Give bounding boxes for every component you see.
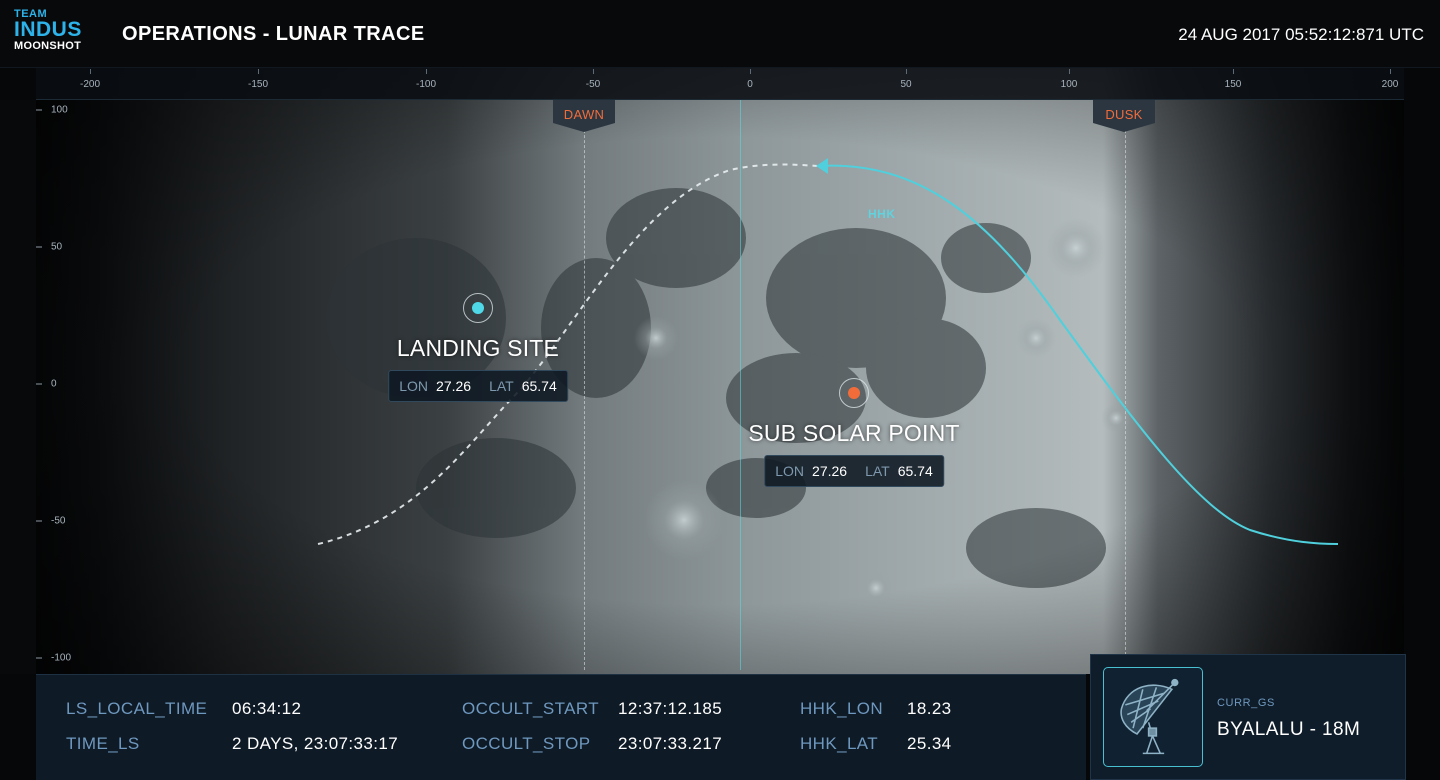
x-tick-mark (906, 69, 907, 74)
x-tick-mark (1069, 69, 1070, 74)
x-tick-mark (90, 69, 91, 74)
x-tick-mark (1390, 69, 1391, 74)
y-tick-label: 100 (36, 105, 68, 116)
hhk-lon-value: 18.23 (907, 699, 952, 718)
y-tick-label: 0 (36, 379, 57, 390)
x-tick-mark (258, 69, 259, 74)
x-tick-mark (593, 69, 594, 74)
utc-timestamp: 24 AUG 2017 05:52:12:871 UTC (1178, 25, 1424, 44)
sub-solar-point-marker[interactable] (839, 378, 869, 408)
x-tick-mark (750, 69, 751, 74)
landing-site-dot (472, 302, 484, 314)
lat-value: 65.74 (897, 463, 933, 479)
dawn-terminator-line (584, 100, 585, 670)
time-ls-label: TIME_LS (66, 734, 140, 753)
occult-stop-label: OCCULT_STOP (462, 734, 591, 753)
landing-site-coords: LON 27.26 LAT 65.74 (388, 370, 568, 402)
page-title: OPERATIONS - LUNAR TRACE (122, 23, 425, 45)
x-tick-label: -150 (247, 79, 269, 90)
x-tick-label: -100 (415, 79, 437, 90)
latitude-axis (0, 100, 36, 674)
y-tick-label: 50 (36, 242, 62, 253)
x-tick-label: 100 (1060, 79, 1078, 90)
landing-site-title: LANDING SITE (396, 335, 560, 361)
sub-solar-point-title: SUB SOLAR POINT (748, 420, 960, 446)
hhk-lon-label: HHK_LON (800, 699, 884, 718)
x-tick-label: 0 (747, 79, 753, 90)
hhk-lat-label: HHK_LAT (800, 734, 879, 753)
occult-start-value: 12:37:12.185 (618, 699, 723, 718)
longitude-axis (36, 68, 1404, 100)
header-bar: TEAM INDUS MOONSHOT OPERATIONS - LUNAR T… (0, 0, 1440, 68)
current-ground-station-label: CURR_GS (1217, 697, 1275, 709)
ground-station-panel[interactable]: CURR_GS BYALALU - 18M (1090, 654, 1406, 780)
ls-local-time-label: LS_LOCAL_TIME (66, 699, 208, 718)
ground-station-thumbnail (1103, 667, 1203, 767)
x-tick-mark (426, 69, 427, 74)
time-ls-value: 2 DAYS, 23:07:33:17 (232, 734, 399, 753)
occult-start-label: OCCULT_START (462, 699, 600, 718)
satellite-dish-icon (1120, 678, 1179, 755)
y-tick-label: -100 (36, 653, 71, 664)
trace-label: HHK (868, 207, 896, 221)
lat-label: LAT (865, 463, 890, 479)
lunar-surface-image (36, 68, 1404, 674)
x-tick-label: 200 (1381, 79, 1399, 90)
lunar-map[interactable] (36, 68, 1404, 674)
x-tick-label: -200 (79, 79, 101, 90)
x-tick-mark (1233, 69, 1234, 74)
hhk-lat-value: 25.34 (907, 734, 952, 753)
team-indus-logo: TEAM INDUS MOONSHOT (14, 9, 104, 53)
x-tick-label: 150 (1224, 79, 1242, 90)
lon-label: LON (399, 378, 429, 394)
logo-line-moonshot: MOONSHOT (14, 40, 82, 52)
sub-solar-point-dot (848, 387, 860, 399)
dusk-terminator-line (1125, 100, 1126, 670)
telemetry-panel (36, 674, 1086, 780)
x-tick-label: -50 (585, 79, 601, 90)
prime-meridian-line (740, 100, 741, 670)
x-tick-label: 50 (900, 79, 912, 90)
lon-label: LON (775, 463, 805, 479)
sub-solar-point-coords: LON 27.26 LAT 65.74 (764, 455, 944, 487)
occult-stop-value: 23:07:33.217 (618, 734, 723, 753)
y-tick-label: -50 (36, 516, 65, 527)
lat-label: LAT (489, 378, 514, 394)
logo-line-indus: INDUS (14, 18, 82, 41)
lon-value: 27.26 (436, 378, 472, 394)
ls-local-time-value: 06:34:12 (232, 699, 302, 718)
lat-value: 65.74 (521, 378, 557, 394)
landing-site-marker[interactable] (463, 293, 493, 323)
lon-value: 27.26 (812, 463, 848, 479)
current-ground-station-value: BYALALU - 18M (1217, 719, 1361, 740)
